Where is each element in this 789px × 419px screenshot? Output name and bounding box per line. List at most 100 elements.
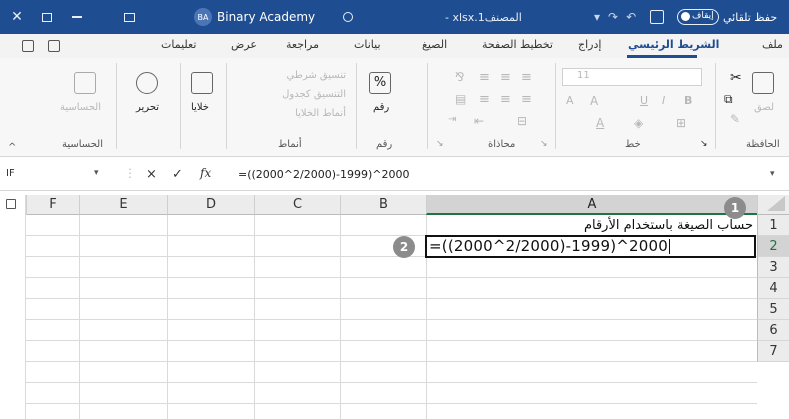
- row-header-3[interactable]: 3: [757, 257, 789, 278]
- ribbon-display-options-button[interactable]: [118, 0, 140, 34]
- minimize-window-button[interactable]: [66, 0, 88, 34]
- expand-formula-bar-icon[interactable]: ▾: [770, 169, 775, 179]
- search-button[interactable]: [343, 0, 353, 34]
- format-painter-icon[interactable]: ✎: [730, 112, 740, 126]
- account-name[interactable]: Binary Academy: [217, 0, 315, 34]
- close-window-button[interactable]: ✕: [6, 0, 28, 34]
- column-header-f[interactable]: F: [26, 195, 79, 215]
- number-label: رقم: [373, 102, 390, 113]
- row-header-5[interactable]: 5: [757, 299, 789, 320]
- bold-button[interactable]: B: [684, 94, 692, 107]
- maximize-window-button[interactable]: [36, 0, 58, 34]
- copy-icon[interactable]: ⧉: [724, 92, 733, 107]
- group-alignment-label: محاذاة: [488, 139, 516, 150]
- column-header-a[interactable]: A: [426, 195, 757, 215]
- select-all-icon: [767, 196, 785, 211]
- column-header-d[interactable]: D: [167, 195, 254, 215]
- toggle-knob: [681, 12, 690, 21]
- cell-styles-button[interactable]: أنماط الخلايا: [236, 108, 346, 119]
- comment-icon[interactable]: [22, 40, 34, 52]
- wrap-text-icon[interactable]: ▤: [455, 92, 466, 106]
- merge-center-icon[interactable]: ⊟: [517, 114, 527, 128]
- decrease-indent-icon[interactable]: ⇤: [474, 114, 484, 128]
- paste-icon[interactable]: [752, 72, 774, 94]
- font-color-icon[interactable]: A: [596, 116, 604, 130]
- chevron-down-icon[interactable]: ▾: [94, 168, 99, 178]
- undo-icon[interactable]: ↶: [626, 10, 636, 24]
- cells-button[interactable]: خلايا: [191, 102, 209, 113]
- sensitivity-icon[interactable]: [74, 72, 96, 94]
- tab-formulas[interactable]: الصيغ: [422, 38, 447, 51]
- cell-a1[interactable]: حساب الصيغة باستخدام الأرقام: [426, 215, 757, 236]
- row-header-4[interactable]: 4: [757, 278, 789, 299]
- select-all-button[interactable]: [757, 195, 789, 215]
- enter-icon[interactable]: ✓: [172, 167, 183, 182]
- italic-button[interactable]: I: [662, 94, 665, 107]
- conditional-formatting-button[interactable]: تنسيق شرطي: [236, 70, 346, 81]
- callout-badge-1: 1: [724, 197, 746, 219]
- search-icon[interactable]: [136, 72, 158, 94]
- editing-button[interactable]: تحرير: [136, 102, 159, 113]
- align-bottom-icon[interactable]: ≡: [479, 70, 490, 85]
- cancel-icon[interactable]: ×: [146, 167, 157, 182]
- row-header-6[interactable]: 6: [757, 320, 789, 341]
- worksheet-grid[interactable]: F E D C B A 1 2 3 4 5 6 7 حساب الصيغة با…: [0, 195, 789, 419]
- separator: [116, 63, 117, 149]
- grow-font-button[interactable]: A: [590, 94, 598, 108]
- tab-file[interactable]: ملف: [762, 38, 783, 51]
- autosave-state: إيقاف: [692, 11, 714, 21]
- share-icon[interactable]: [48, 40, 60, 52]
- shrink-font-button[interactable]: A: [566, 94, 574, 107]
- tab-page-layout[interactable]: تخطيط الصفحة: [482, 38, 553, 51]
- cells-icon[interactable]: [191, 72, 213, 94]
- number-format-button[interactable]: %: [369, 72, 391, 94]
- quick-access-toolbar: ▾ ↷ ↶: [594, 0, 636, 34]
- row-header-7[interactable]: 7: [757, 341, 789, 362]
- minimize-icon: [72, 16, 82, 18]
- borders-icon[interactable]: ⊞: [676, 116, 686, 130]
- sensitivity-button[interactable]: الحساسية: [60, 102, 101, 113]
- align-middle-icon[interactable]: ≡: [521, 70, 532, 85]
- formula-input[interactable]: =((2000^2/2000)-1999)^2000: [238, 168, 409, 181]
- align-center-icon[interactable]: ≡: [500, 92, 511, 107]
- fill-color-icon[interactable]: ◈: [634, 116, 643, 130]
- grid-left-strip: [0, 195, 26, 419]
- tab-help[interactable]: تعليمات: [161, 38, 196, 51]
- column-header-e[interactable]: E: [79, 195, 167, 215]
- align-left-icon[interactable]: ≡: [479, 92, 490, 107]
- align-right-icon[interactable]: ≡: [521, 92, 532, 107]
- dropdown-caret-icon[interactable]: ▾: [594, 10, 600, 24]
- formula-bar-divider: ⋮: [124, 166, 136, 180]
- align-top-icon[interactable]: ≡: [500, 70, 511, 85]
- cut-icon[interactable]: ✂: [730, 70, 742, 86]
- collapse-ribbon-icon[interactable]: ^: [8, 142, 16, 153]
- account-avatar[interactable]: BA: [194, 8, 212, 26]
- cell-a2-editing[interactable]: =((2000^2/2000)-1999)^2000: [425, 235, 756, 258]
- redo-icon[interactable]: ↷: [608, 10, 618, 24]
- increase-indent-icon[interactable]: ⇥: [448, 114, 456, 125]
- group-sensitivity-label: الحساسية: [62, 139, 104, 150]
- row-header-1[interactable]: 1: [757, 215, 789, 236]
- name-box[interactable]: IF ▾: [6, 168, 104, 184]
- column-header-b[interactable]: B: [340, 195, 426, 215]
- underline-button[interactable]: U: [640, 94, 648, 107]
- tab-view[interactable]: عرض: [231, 38, 257, 51]
- orientation-icon[interactable]: ⅋: [455, 70, 464, 84]
- format-as-table-button[interactable]: التنسيق كجدول: [236, 89, 346, 100]
- font-launcher-icon[interactable]: ↘: [540, 139, 548, 149]
- insert-function-button[interactable]: fx: [200, 166, 211, 180]
- clipboard-launcher-icon[interactable]: ↘: [700, 139, 708, 149]
- row-header-2[interactable]: 2: [757, 236, 789, 257]
- font-size-value[interactable]: 11: [577, 70, 590, 81]
- tab-insert[interactable]: إدراج: [578, 38, 601, 51]
- tab-review[interactable]: مراجعة: [286, 38, 319, 51]
- tab-data[interactable]: بيانات: [354, 38, 381, 51]
- save-icon[interactable]: [650, 10, 664, 24]
- document-title: المصنف1.xlsx -: [445, 10, 522, 24]
- minus-box-icon[interactable]: [6, 199, 16, 209]
- autosave-toggle[interactable]: إيقاف: [677, 9, 719, 25]
- separator: [180, 63, 181, 149]
- tab-home[interactable]: الشريط الرئيسي: [628, 38, 719, 51]
- column-header-c[interactable]: C: [254, 195, 340, 215]
- alignment-launcher-icon[interactable]: ↘: [436, 139, 444, 149]
